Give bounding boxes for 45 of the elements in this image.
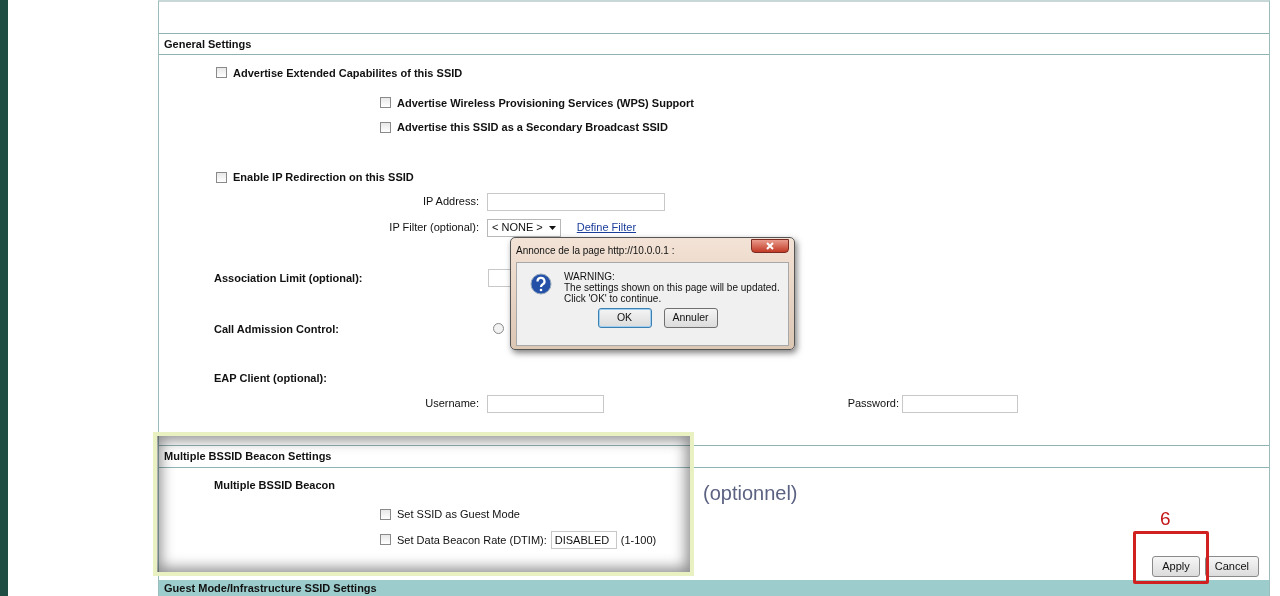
range-hint: (1-100): [620, 532, 657, 548]
section-header: Multiple BSSID Beacon Settings: [164, 449, 332, 465]
dialog-message: The settings shown on this page will be updated.: [564, 282, 780, 293]
caret-icon: [548, 225, 556, 230]
checkbox-label: Advertise Wireless Provisioning Services (WPS) Support: [397, 95, 694, 111]
field-label: Call Admission Control:: [214, 321, 340, 337]
close-icon: [766, 242, 774, 250]
ip-filter-select[interactable]: < NONE >: [487, 218, 561, 237]
checkbox-label: Set SSID as Guest Mode: [397, 507, 520, 522]
step-number: 6: [1160, 507, 1171, 531]
section-header: Guest Mode/Infrastructure SSID Settings: [164, 582, 377, 595]
annotation-note: (optionnel): [703, 481, 798, 506]
dialog-message: WARNING:: [564, 271, 616, 282]
question-icon: [530, 273, 552, 295]
checkbox[interactable]: [216, 67, 227, 79]
ip-address-field[interactable]: [487, 192, 665, 211]
checkbox-label: Advertise Extended Capabilites of this SSID: [233, 65, 463, 81]
checkbox[interactable]: [380, 508, 391, 520]
checkbox[interactable]: [380, 121, 391, 133]
dialog-button[interactable]: OK: [597, 308, 652, 328]
checkbox-label: Enable IP Redirection on this SSID: [233, 169, 414, 185]
field-label: Password:: [846, 396, 899, 412]
cancel-button[interactable]: Cancel: [1204, 556, 1259, 577]
dialog-title: Annonce de la page http://10.0.0.1 :: [516, 244, 676, 258]
checkbox[interactable]: [380, 97, 391, 109]
section-header: General Settings: [164, 36, 252, 52]
radio-button[interactable]: [493, 323, 504, 335]
checkbox-label: Set Data Beacon Rate (DTIM):: [397, 532, 547, 548]
password-field[interactable]: [902, 394, 1018, 413]
define-filter-link[interactable]: Define Filter: [576, 219, 637, 236]
field-label: Association Limit (optional):: [214, 271, 364, 287]
field-label: IP Address:: [421, 194, 479, 210]
username-field[interactable]: [487, 394, 604, 413]
apply-button[interactable]: Apply: [1152, 556, 1200, 577]
field-label: Multiple BSSID Beacon: [214, 477, 336, 493]
dialog-button[interactable]: Annuler: [663, 308, 718, 328]
field-label: EAP Client (optional):: [214, 371, 327, 387]
checkbox[interactable]: [216, 171, 227, 183]
dialog-message: Click 'OK' to continue.: [564, 293, 663, 304]
close-button[interactable]: [751, 239, 789, 253]
checkbox-label: Advertise this SSID as a Secondary Broadcast SSID: [397, 120, 668, 136]
field-label: Username:: [424, 396, 479, 412]
field-label: IP Filter (optional):: [388, 220, 479, 236]
checkbox[interactable]: [380, 534, 391, 546]
dtim-field[interactable]: DISABLED: [550, 530, 617, 549]
